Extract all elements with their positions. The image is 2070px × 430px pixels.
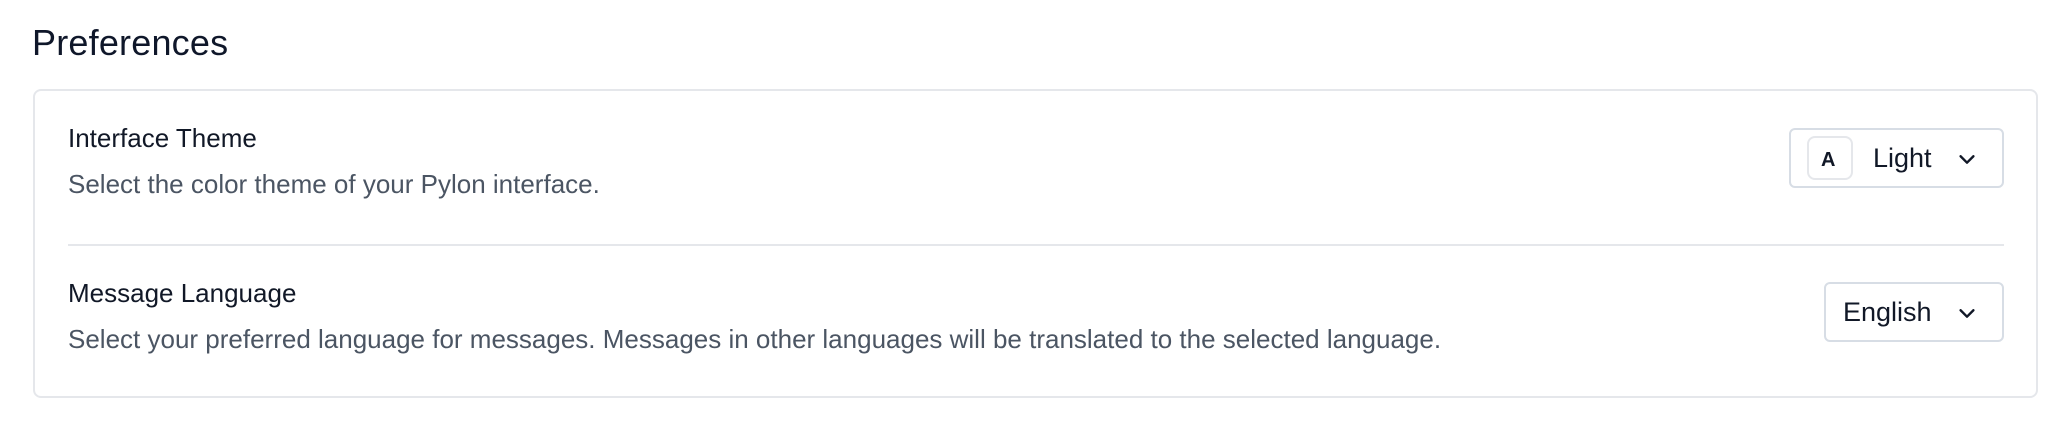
preferences-card: Interface Theme Select the color theme o…	[33, 89, 2038, 398]
theme-swatch-letter: A	[1821, 149, 1836, 171]
setting-title: Message Language	[68, 278, 297, 308]
setting-row-message-language: Message Language Select your preferred l…	[68, 278, 2004, 378]
chevron-down-icon	[1959, 155, 1975, 164]
language-select-value: English	[1843, 297, 1932, 327]
chevron-down-icon	[1959, 309, 1975, 318]
row-divider	[68, 244, 2004, 246]
theme-preview-swatch: A	[1807, 136, 1853, 180]
theme-select[interactable]: A Light	[1789, 128, 2004, 188]
theme-select-value: Light	[1873, 143, 1932, 173]
page-title: Preferences	[32, 22, 229, 63]
setting-description: Select your preferred language for messa…	[68, 324, 1442, 354]
setting-row-interface-theme: Interface Theme Select the color theme o…	[68, 123, 2004, 243]
language-select[interactable]: English	[1824, 282, 2004, 342]
preferences-page: Preferences Interface Theme Select the c…	[0, 0, 2070, 430]
setting-title: Interface Theme	[68, 123, 257, 153]
setting-description: Select the color theme of your Pylon int…	[68, 169, 600, 199]
